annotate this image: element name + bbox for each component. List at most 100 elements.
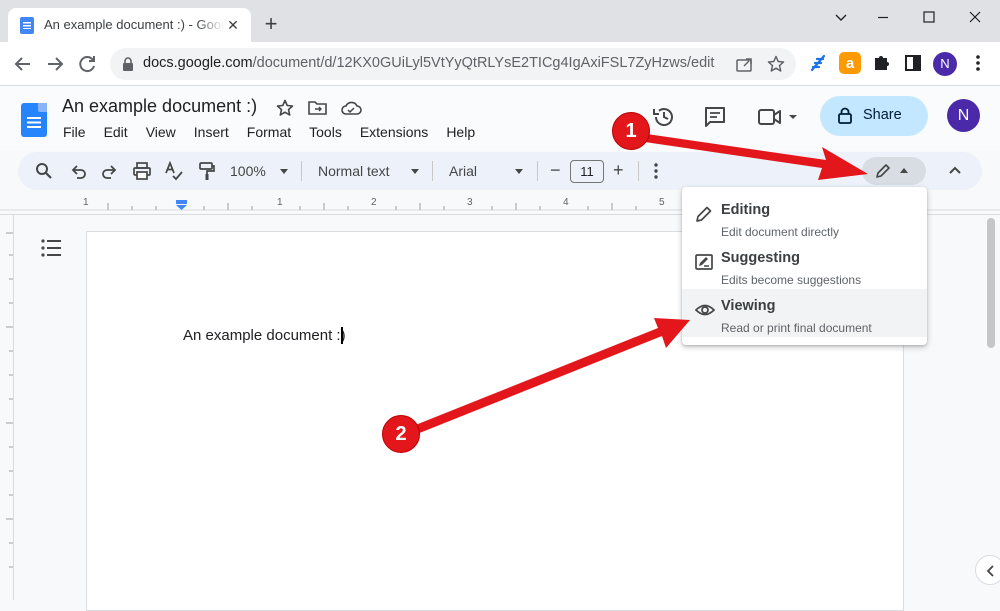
- profile-avatar[interactable]: N: [933, 52, 957, 76]
- search-menus-icon[interactable]: [35, 161, 53, 181]
- move-to-folder-icon[interactable]: [308, 100, 328, 116]
- pencil-icon: [695, 205, 713, 223]
- toolbar-divider: [432, 161, 433, 181]
- menu-view[interactable]: View: [137, 124, 185, 144]
- new-tab-button[interactable]: +: [258, 12, 284, 38]
- reload-icon[interactable]: [72, 49, 102, 79]
- toolbar-divider: [301, 161, 302, 181]
- more-options-icon[interactable]: [648, 161, 664, 181]
- menu-edit[interactable]: Edit: [95, 124, 137, 144]
- eye-icon: [695, 301, 715, 319]
- undo-icon[interactable]: [69, 161, 87, 181]
- increase-font-size-button[interactable]: +: [613, 160, 624, 181]
- annotation-badge-1: 1: [612, 112, 650, 150]
- menu-extensions[interactable]: Extensions: [351, 124, 437, 144]
- extensions-puzzle-icon[interactable]: [868, 50, 894, 76]
- mode-label: Suggesting: [721, 250, 800, 266]
- close-window-button[interactable]: [952, 2, 998, 32]
- url-text: docs.google.com/document/d/12KX0GUiLyl5V…: [143, 55, 714, 71]
- ruler-mark: 1: [277, 197, 283, 208]
- docs-home-logo-icon[interactable]: [21, 103, 47, 137]
- hide-menus-chevron-icon[interactable]: [946, 161, 964, 181]
- vertical-scrollbar[interactable]: [987, 218, 995, 348]
- docs-header: An example document :) File Edit View In…: [0, 87, 1000, 151]
- side-panel-icon[interactable]: [900, 50, 926, 76]
- menu-bar: File Edit View Insert Format Tools Exten…: [54, 124, 484, 144]
- meet-video-icon[interactable]: [757, 105, 803, 129]
- redo-icon[interactable]: [101, 161, 119, 181]
- document-body-text[interactable]: An example document :): [183, 327, 346, 344]
- minimize-button[interactable]: [860, 2, 906, 32]
- style-caret-icon: [411, 169, 419, 174]
- suggest-icon: [695, 253, 713, 271]
- ruler-mark: 5: [659, 197, 665, 208]
- ruler-mark: 2: [371, 197, 377, 208]
- more-vert-icon[interactable]: [965, 50, 991, 76]
- share-page-icon[interactable]: [736, 56, 754, 72]
- forward-arrow-icon[interactable]: [40, 49, 70, 79]
- mode-label: Editing: [721, 202, 771, 218]
- menu-help[interactable]: Help: [437, 124, 484, 144]
- annotation-badge-2: 2: [382, 415, 420, 453]
- zoom-select[interactable]: 100%: [230, 163, 266, 179]
- mode-label: Viewing: [721, 298, 776, 314]
- mode-description: Edits become suggestions: [721, 273, 862, 287]
- cloud-saved-icon[interactable]: [340, 100, 362, 116]
- tab-strip: An example document :) - Google Docs ✕ +: [0, 0, 1000, 42]
- text-cursor: [341, 327, 343, 344]
- lock-icon[interactable]: [122, 57, 134, 71]
- mode-option-editing[interactable]: Editing Edit document directly: [682, 193, 927, 241]
- toolbar-divider: [537, 161, 538, 181]
- menu-tools[interactable]: Tools: [300, 124, 351, 144]
- star-icon[interactable]: [276, 99, 294, 117]
- url-path: /document/d/12KX0GUiLyl5VtYyQtRLYsE2TICg…: [252, 55, 715, 71]
- chevron-down-icon[interactable]: [818, 2, 864, 32]
- ruler-mark: 1: [83, 197, 89, 208]
- address-bar[interactable]: docs.google.com/document/d/12KX0GUiLyl5V…: [110, 48, 796, 80]
- svg-text:a: a: [846, 55, 855, 72]
- mode-dropdown-menu: Editing Edit document directly Suggestin…: [682, 187, 927, 345]
- tab-close-button[interactable]: ✕: [223, 15, 243, 35]
- menu-insert[interactable]: Insert: [185, 124, 238, 144]
- extension-feather-icon[interactable]: [806, 50, 832, 76]
- paint-format-icon[interactable]: [197, 161, 217, 181]
- show-side-panel-button[interactable]: [975, 555, 1000, 585]
- paragraph-style-select[interactable]: Normal text: [318, 163, 390, 179]
- account-avatar[interactable]: N: [947, 99, 980, 132]
- mode-description: Edit document directly: [721, 225, 840, 239]
- lock-icon: [838, 107, 852, 124]
- document-outline-icon[interactable]: [40, 238, 64, 258]
- ruler-mark: 4: [563, 197, 569, 208]
- editing-mode-button[interactable]: [862, 157, 926, 185]
- maximize-button[interactable]: [906, 2, 952, 32]
- browser-toolbar: docs.google.com/document/d/12KX0GUiLyl5V…: [0, 42, 1000, 86]
- back-arrow-icon[interactable]: [8, 49, 38, 79]
- zoom-caret-icon: [280, 169, 288, 174]
- print-icon[interactable]: [132, 161, 152, 181]
- ruler-mark: 3: [467, 197, 473, 208]
- mode-description: Read or print final document: [721, 321, 872, 335]
- menu-file[interactable]: File: [54, 124, 95, 144]
- font-size-input[interactable]: 11: [570, 160, 604, 183]
- pencil-icon: [875, 163, 891, 179]
- document-title[interactable]: An example document :): [62, 96, 257, 117]
- menu-format[interactable]: Format: [238, 124, 300, 144]
- spellcheck-icon[interactable]: [164, 161, 184, 181]
- share-label: Share: [863, 107, 902, 123]
- url-host: docs.google.com: [143, 55, 253, 71]
- format-toolbar: 100% Normal text Arial − 11 +: [18, 152, 982, 190]
- toolbar-divider: [638, 161, 639, 181]
- font-caret-icon: [515, 169, 523, 174]
- bookmark-star-icon[interactable]: [767, 55, 785, 73]
- comments-icon[interactable]: [703, 105, 727, 129]
- browser-tab[interactable]: An example document :) - Google Docs ✕: [8, 8, 251, 42]
- mode-option-suggesting[interactable]: Suggesting Edits become suggestions: [682, 241, 927, 289]
- extension-amazon-icon[interactable]: a: [837, 50, 863, 76]
- vertical-ruler: [0, 215, 14, 600]
- version-history-icon[interactable]: [651, 104, 677, 130]
- decrease-font-size-button[interactable]: −: [550, 160, 561, 181]
- share-button[interactable]: Share: [820, 96, 928, 136]
- font-select[interactable]: Arial: [449, 163, 477, 179]
- tab-title: An example document :) - Google Docs: [44, 17, 224, 32]
- mode-option-viewing[interactable]: Viewing Read or print final document: [682, 289, 927, 337]
